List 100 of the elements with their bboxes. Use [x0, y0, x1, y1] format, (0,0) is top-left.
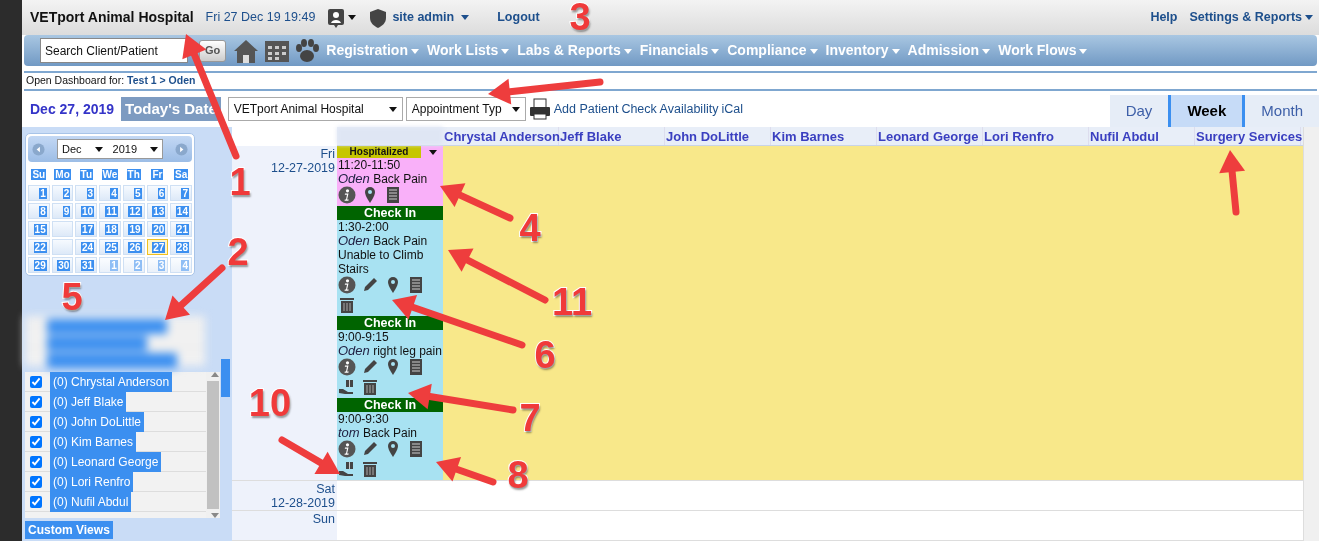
nav-menu[interactable]: Inventory: [823, 40, 902, 61]
calendar-day[interactable]: 6: [146, 185, 169, 201]
calendar-day[interactable]: 26: [122, 239, 145, 255]
breadcrumb-link[interactable]: Test 1 > Oden: [127, 73, 196, 89]
provider-checkbox[interactable]: [30, 475, 42, 488]
nav-menu[interactable]: Work Flows: [996, 40, 1090, 61]
scrollbar[interactable]: [206, 372, 220, 518]
location-select[interactable]: VETport Animal Hospital: [227, 97, 403, 121]
toolbar-link[interactable]: Add Patient: [553, 99, 619, 119]
calendar-day[interactable]: 4: [99, 185, 121, 201]
calendar-day[interactable]: 3: [146, 257, 169, 273]
calendar-day[interactable]: 7: [170, 185, 192, 201]
appointment-card[interactable]: Check In 1:30-2:00 Oden Back Pain Unable to Climb Stairs: [337, 206, 443, 316]
nav-menu[interactable]: Financials: [637, 40, 722, 61]
provider-label[interactable]: (0) John DoLittle: [50, 411, 145, 432]
check-in-button[interactable]: Check In: [337, 398, 443, 412]
calendar-day[interactable]: 9: [51, 203, 74, 219]
nav-menu[interactable]: Compliance: [725, 40, 820, 61]
calendar-day[interactable]: 28: [170, 239, 192, 255]
appointment-card[interactable]: Check In 9:00-9:30 tom Back Pain: [337, 398, 443, 480]
calendar-day[interactable]: 25: [99, 239, 121, 255]
custom-views-label[interactable]: Custom Views: [25, 521, 113, 539]
pencil-icon[interactable]: [361, 440, 379, 458]
calendar-day[interactable]: 11: [99, 203, 121, 219]
calendar-day[interactable]: 1: [28, 185, 50, 201]
provider-checkbox[interactable]: [30, 395, 42, 408]
calendar-day[interactable]: 30: [51, 257, 74, 273]
calendar-day[interactable]: 13: [146, 203, 169, 219]
check-in-button[interactable]: Check In: [337, 316, 443, 330]
notepad-icon[interactable]: [407, 358, 425, 376]
appointment-type-select[interactable]: Appointment Typ: [405, 97, 526, 121]
user-menu[interactable]: [327, 7, 357, 28]
month-year-select[interactable]: Dec 2019: [56, 139, 163, 159]
calendar-day[interactable]: 22: [28, 239, 50, 255]
calendar-day[interactable]: 15: [28, 221, 50, 237]
trash-icon[interactable]: [361, 378, 379, 396]
check-in-button[interactable]: Check In: [337, 206, 443, 220]
trash-icon[interactable]: [361, 460, 379, 478]
view-tab[interactable]: Month: [1245, 95, 1319, 127]
hand-box-icon[interactable]: [338, 378, 356, 396]
scrollbar[interactable]: [1303, 127, 1319, 541]
notepad-icon[interactable]: [407, 276, 425, 294]
calendar-day[interactable]: 21: [170, 221, 192, 237]
notepad-icon[interactable]: [407, 440, 425, 458]
info-icon[interactable]: [338, 358, 356, 376]
calendar-day[interactable]: 10: [75, 203, 98, 219]
trash-icon[interactable]: [338, 296, 356, 314]
calendar-day[interactable]: 14: [170, 203, 192, 219]
calendar-day[interactable]: 4: [170, 257, 192, 273]
printer-icon[interactable]: [528, 98, 551, 120]
calendar-day[interactable]: 27: [146, 239, 169, 255]
caret-icon[interactable]: [429, 149, 437, 155]
provider-checkbox[interactable]: [30, 435, 42, 448]
collapse-handle[interactable]: [221, 359, 230, 397]
calendar-day[interactable]: 24: [75, 239, 98, 255]
pencil-icon[interactable]: [361, 276, 379, 294]
provider-label[interactable]: (0) Lori Renfro: [50, 471, 134, 492]
nav-menu[interactable]: Labs & Reports: [515, 40, 634, 61]
appointment-card[interactable]: Check In 9:00-9:15 Oden right leg pain: [337, 316, 443, 398]
calendar-day[interactable]: 19: [122, 221, 145, 237]
appointment-card[interactable]: Hospitalized 11:20-11:50 Oden Back Pain: [337, 146, 443, 206]
provider-checkbox[interactable]: [30, 375, 42, 388]
pencil-icon[interactable]: [361, 358, 379, 376]
provider-label[interactable]: (0) Nufil Abdul: [50, 491, 132, 512]
provider-checkbox[interactable]: [30, 495, 42, 508]
toolbar-link[interactable]: iCal: [721, 99, 743, 119]
calendar-day[interactable]: 29: [28, 257, 50, 273]
calendar-day[interactable]: 12: [122, 203, 145, 219]
provider-checkbox[interactable]: [30, 415, 42, 428]
calendar-day[interactable]: 18: [99, 221, 121, 237]
notepad-icon[interactable]: [384, 186, 402, 204]
nav-menu[interactable]: Admission: [905, 40, 993, 61]
calendar-day[interactable]: 2: [51, 185, 74, 201]
calendar-day[interactable]: 1: [99, 257, 121, 273]
calendar-day[interactable]: 5: [122, 185, 145, 201]
nav-menu[interactable]: Registration: [324, 40, 421, 61]
calendar-day[interactable]: 20: [146, 221, 169, 237]
info-icon[interactable]: [338, 440, 356, 458]
calendar-day[interactable]: 31: [75, 257, 98, 273]
provider-label[interactable]: (0) Jeff Blake: [50, 391, 127, 412]
header-link[interactable]: Settings & Reports: [1189, 8, 1313, 27]
header-link[interactable]: Help: [1150, 8, 1178, 27]
logout-link[interactable]: Logout: [497, 8, 540, 27]
nav-menu[interactable]: Work Lists: [424, 40, 512, 61]
info-icon[interactable]: [338, 276, 356, 294]
info-icon[interactable]: [338, 186, 356, 204]
paw-icon[interactable]: [294, 36, 321, 65]
provider-label[interactable]: (0) Leonard George: [50, 451, 162, 472]
provider-checkbox[interactable]: [30, 455, 42, 468]
view-tab[interactable]: Week: [1168, 95, 1246, 127]
provider-label[interactable]: (0) Kim Barnes: [50, 431, 137, 452]
toolbar-link[interactable]: Check Availability: [621, 99, 719, 119]
calendar-day[interactable]: 2: [122, 257, 145, 273]
calendar-day[interactable]: 17: [75, 221, 98, 237]
view-tab[interactable]: Day: [1109, 95, 1169, 127]
go-button[interactable]: Go: [199, 39, 227, 62]
admin-menu[interactable]: site admin: [368, 7, 470, 28]
calendar-day[interactable]: 8: [28, 203, 50, 219]
calendar-day[interactable]: 3: [75, 185, 98, 201]
provider-label[interactable]: (0) Chrystal Anderson: [50, 372, 173, 392]
